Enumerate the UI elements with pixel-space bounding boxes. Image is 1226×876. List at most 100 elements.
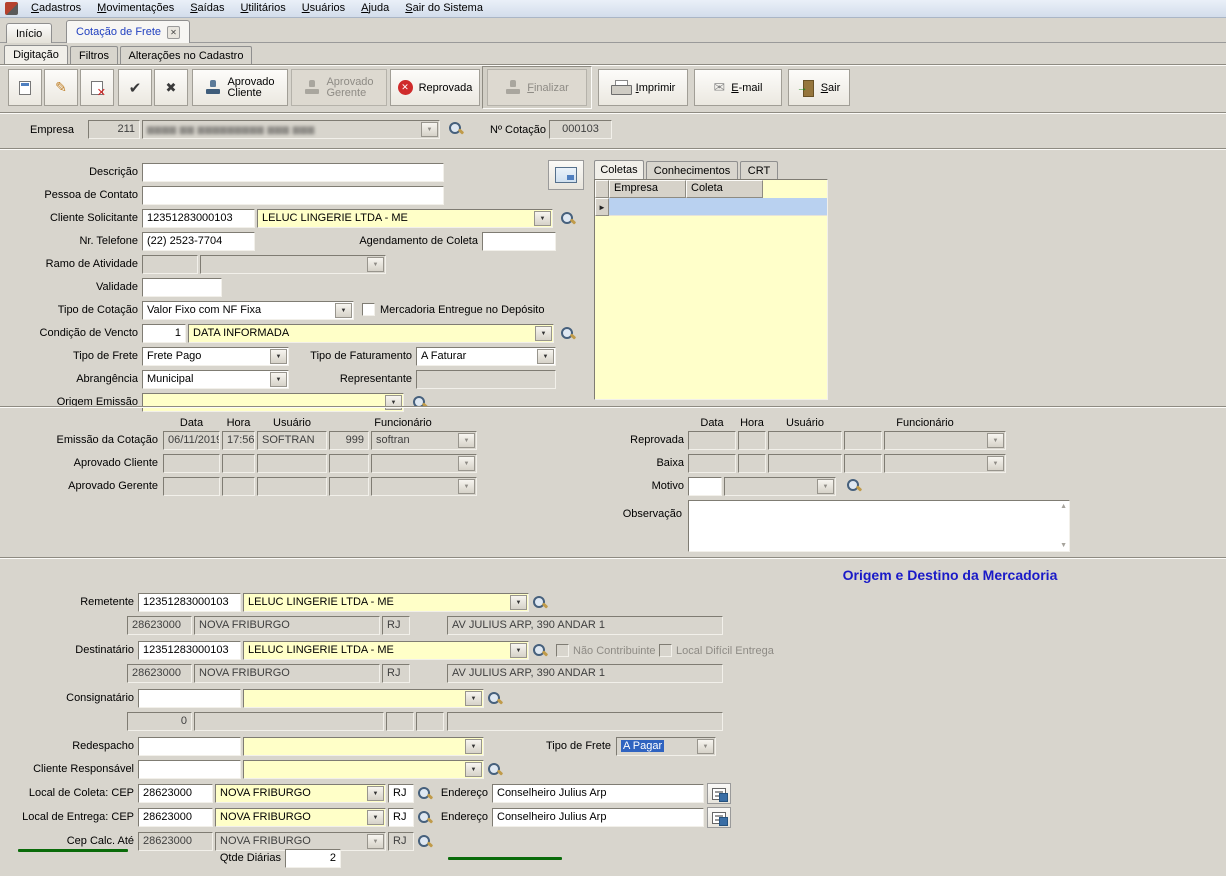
- endereco-entrega-input[interactable]: Conselheiro Julius Arp: [492, 808, 704, 827]
- aprovado-gerente-func-select[interactable]: [371, 477, 477, 496]
- cliente-select[interactable]: LELUC LINGERIE LTDA - ME: [257, 209, 553, 228]
- panel-tab-coletas[interactable]: Coletas: [594, 160, 644, 179]
- condicao-search-icon[interactable]: [560, 326, 576, 342]
- menu-saidas[interactable]: Saídas: [182, 1, 232, 16]
- scroll-up-icon[interactable]: ▲: [1060, 503, 1067, 510]
- subtab-filtros[interactable]: Filtros: [70, 46, 118, 64]
- motivo-search-icon[interactable]: [846, 478, 862, 494]
- baixa-func-select[interactable]: [884, 454, 1006, 473]
- destinatario-cnpj-input[interactable]: 12351283000103: [138, 641, 241, 660]
- abrangencia-select[interactable]: Municipal: [142, 370, 289, 389]
- emissao-func-select[interactable]: softran: [371, 431, 477, 450]
- destinatario-select[interactable]: LELUC LINGERIE LTDA - ME: [243, 641, 529, 660]
- destinatario-search-icon[interactable]: [532, 643, 548, 659]
- grid-row-selector[interactable]: ►: [595, 198, 609, 216]
- cliente-search-icon[interactable]: [560, 211, 576, 227]
- remetente-cnpj-input[interactable]: 12351283000103: [138, 593, 241, 612]
- condicao-codigo-input[interactable]: 1: [142, 324, 186, 343]
- edit-button[interactable]: ✎: [44, 69, 78, 106]
- email-button[interactable]: ✉ E-mail: [694, 69, 782, 106]
- menu-cadastros[interactable]: Cadastros: [23, 1, 89, 16]
- cliente-responsavel-search-icon[interactable]: [487, 762, 503, 778]
- entrega-cep-input[interactable]: 28623000: [138, 808, 213, 827]
- validade-input[interactable]: [142, 278, 222, 297]
- imprimir-button[interactable]: Imprimir: [598, 69, 688, 106]
- grid-header-empresa[interactable]: Empresa: [609, 180, 686, 198]
- subtab-digitacao[interactable]: Digitação: [4, 45, 68, 64]
- endereco-coleta-input[interactable]: Conselheiro Julius Arp: [492, 784, 704, 803]
- observacao-textarea[interactable]: ▲ ▼: [688, 500, 1070, 552]
- pessoa-contato-input[interactable]: [142, 186, 444, 205]
- attachments-button[interactable]: [548, 160, 584, 190]
- coleta-cep-search-icon[interactable]: [417, 786, 433, 802]
- scroll-down-icon[interactable]: ▼: [1060, 542, 1067, 549]
- tipo-frete-select[interactable]: Frete Pago: [142, 347, 289, 366]
- remetente-select[interactable]: LELUC LINGERIE LTDA - ME: [243, 593, 529, 612]
- motivo-codigo-input[interactable]: [688, 477, 722, 496]
- origem-emissao-select[interactable]: [142, 393, 404, 412]
- subtab-alteracoes[interactable]: Alterações no Cadastro: [120, 46, 252, 64]
- endereco-coleta-search-button[interactable]: [707, 783, 731, 804]
- remetente-search-icon[interactable]: [532, 595, 548, 611]
- entrega-cep-search-icon[interactable]: [417, 810, 433, 826]
- close-tab-icon[interactable]: ✕: [167, 26, 180, 39]
- coleta-uf-field[interactable]: RJ: [388, 784, 414, 803]
- aprovado-cliente-button[interactable]: Aprovado Cliente: [192, 69, 288, 106]
- cancel-button[interactable]: ✖: [154, 69, 188, 106]
- coleta-cidade-select[interactable]: NOVA FRIBURGO: [215, 784, 386, 803]
- cliente-responsavel-select[interactable]: [243, 760, 484, 779]
- sair-button[interactable]: Sair: [788, 69, 850, 106]
- reprovada-func-select[interactable]: [884, 431, 1006, 450]
- descricao-input[interactable]: [142, 163, 444, 182]
- local-dificil-checkbox[interactable]: [659, 644, 672, 657]
- entrega-cidade-select[interactable]: NOVA FRIBURGO: [215, 808, 386, 827]
- panel-tab-crt[interactable]: CRT: [740, 161, 778, 179]
- panel-tab-conhecimentos[interactable]: Conhecimentos: [646, 161, 738, 179]
- origem-emissao-search-icon[interactable]: [412, 395, 428, 411]
- aprovado-cliente-func-select[interactable]: [371, 454, 477, 473]
- menu-utilitarios[interactable]: Utilitários: [232, 1, 293, 16]
- consignatario-select[interactable]: [243, 689, 484, 708]
- confirm-button[interactable]: ✔: [118, 69, 152, 106]
- menu-sair-do-sistema[interactable]: Sair do Sistema: [397, 1, 491, 16]
- new-button[interactable]: [8, 69, 42, 106]
- nao-contribuinte-checkbox[interactable]: [556, 644, 569, 657]
- representante-input[interactable]: [416, 370, 556, 389]
- qtde-diarias-input[interactable]: 2: [285, 849, 341, 868]
- grid-selected-row[interactable]: [609, 198, 827, 216]
- ramo-select[interactable]: [200, 255, 386, 274]
- empresa-codigo-field[interactable]: 211: [88, 120, 140, 139]
- coleta-cep-input[interactable]: 28623000: [138, 784, 213, 803]
- menu-movimentacoes[interactable]: Movimentações: [89, 1, 182, 16]
- empresa-select[interactable]: ▆▆▆▆ ▆▆ ▆▆▆▆▆▆▆▆▆ ▆▆▆ ▆▆▆: [142, 120, 440, 139]
- endereco-entrega-search-button[interactable]: [707, 807, 731, 828]
- cliente-cnpj-input[interactable]: 12351283000103: [142, 209, 255, 228]
- consignatario-search-icon[interactable]: [487, 691, 503, 707]
- agendamento-input[interactable]: [482, 232, 556, 251]
- tipo-cotacao-select[interactable]: Valor Fixo com NF Fixa: [142, 301, 354, 320]
- cliente-responsavel-input[interactable]: [138, 760, 241, 779]
- menu-ajuda[interactable]: Ajuda: [353, 1, 397, 16]
- tab-cotacao-de-frete[interactable]: Cotação de Frete ✕: [66, 20, 190, 43]
- grid-header-coleta[interactable]: Coleta: [686, 180, 763, 198]
- tipo-faturamento-select[interactable]: A Faturar: [416, 347, 556, 366]
- motivo-select[interactable]: [724, 477, 836, 496]
- tipo-frete-destino-select[interactable]: A Pagar: [616, 737, 716, 756]
- redespacho-input[interactable]: [138, 737, 241, 756]
- aprovado-gerente-button[interactable]: Aprovado Gerente: [291, 69, 387, 106]
- mercadoria-deposito-checkbox[interactable]: [362, 303, 375, 316]
- redespacho-select[interactable]: [243, 737, 484, 756]
- coletas-grid[interactable]: Empresa Coleta ►: [594, 179, 828, 400]
- consignatario-input[interactable]: [138, 689, 241, 708]
- entrega-uf-field[interactable]: RJ: [388, 808, 414, 827]
- reprovada-button[interactable]: ✕ Reprovada: [390, 69, 480, 106]
- telefone-input[interactable]: (22) 2523-7704: [142, 232, 255, 251]
- empresa-search-icon[interactable]: [448, 121, 464, 137]
- condicao-select[interactable]: DATA INFORMADA: [188, 324, 554, 343]
- menu-usuarios[interactable]: Usuários: [294, 1, 353, 16]
- cep-calc-search-icon[interactable]: [417, 834, 433, 850]
- delete-button[interactable]: ✕: [80, 69, 114, 106]
- finalizar-button[interactable]: Finalizar: [487, 69, 587, 106]
- tab-inicio[interactable]: Início: [6, 23, 52, 43]
- ramo-codigo-input[interactable]: [142, 255, 198, 274]
